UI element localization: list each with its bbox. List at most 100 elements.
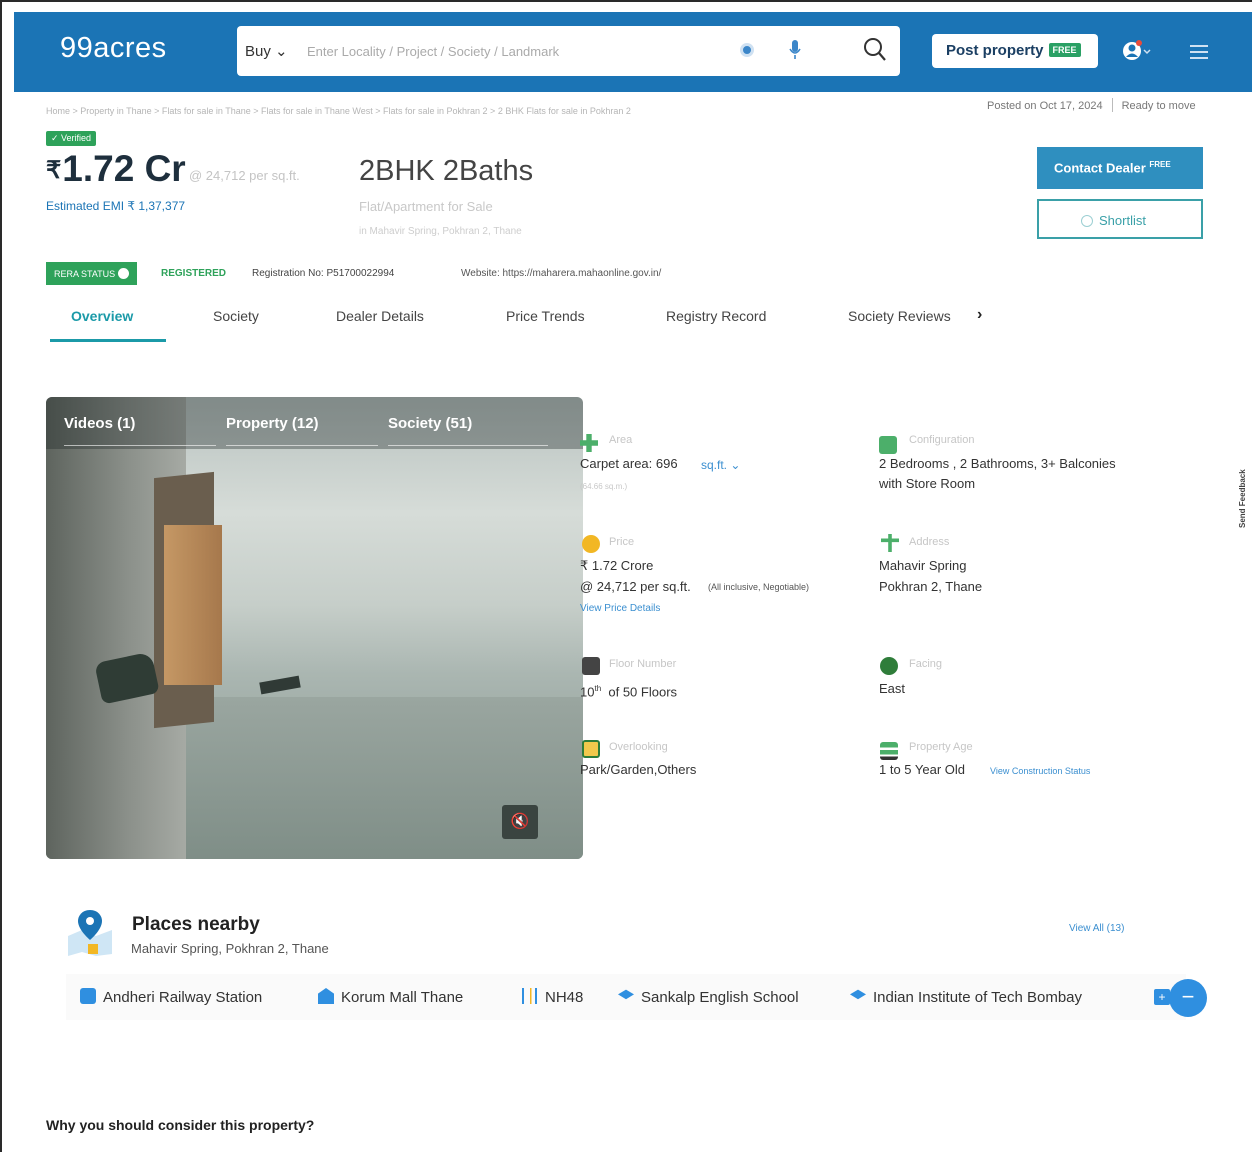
possession-status: Ready to move: [1121, 100, 1196, 112]
shortlist-button[interactable]: Shortlist: [1037, 199, 1203, 239]
places-nearby-subtitle: Mahavir Spring, Pokhran 2, Thane: [131, 941, 329, 956]
active-tab-indicator: [50, 339, 166, 342]
tab-price-trends[interactable]: Price Trends: [506, 308, 585, 324]
free-badge: FREE: [1149, 160, 1171, 169]
verified-badge: ✓ Verified: [46, 131, 97, 146]
user-icon[interactable]: [1122, 38, 1152, 64]
address-value-2: Pokhran 2, Thane: [879, 579, 983, 594]
place-label: Sankalp English School: [641, 989, 799, 1006]
search-input[interactable]: [307, 36, 727, 66]
mute-icon[interactable]: 🔇: [502, 805, 538, 839]
divider: [1111, 98, 1113, 112]
heart-icon: [1081, 215, 1093, 227]
media-gallery[interactable]: Videos (1) Property (12) Society (51) 🔇: [46, 397, 583, 859]
tab-overview[interactable]: Overview: [71, 308, 133, 324]
configuration-icon: [879, 436, 897, 454]
place-label: NH48: [545, 989, 584, 1006]
search-bar: Buy ⌄: [237, 26, 900, 76]
mic-icon[interactable]: [789, 39, 801, 61]
address-label: Address: [909, 536, 950, 548]
map-pin-icon: [68, 910, 112, 956]
facing-label: Facing: [909, 658, 943, 670]
photo-object: [259, 675, 301, 695]
post-property-button[interactable]: Post property FREE: [932, 34, 1098, 68]
rera-badge-label: RERA STATUS: [54, 269, 116, 279]
configuration-value: 2 Bedrooms , 2 Bathrooms, 3+ Balconies: [879, 456, 1116, 471]
area-label: Area: [609, 434, 633, 446]
floor-total: of 50 Floors: [608, 684, 678, 700]
plus-icon[interactable]: +: [1154, 989, 1170, 1005]
free-badge: FREE: [1048, 43, 1081, 57]
tabs-next-arrow[interactable]: ›: [977, 306, 982, 324]
place-label: Indian Institute of Tech Bombay: [873, 989, 1083, 1006]
property-title: 2BHK 2Baths: [359, 155, 534, 187]
price-icon: [582, 535, 600, 553]
places-carousel: Andheri Railway Station Korum Mall Thane…: [66, 974, 1186, 1020]
section-tabs: Overview Society Dealer Details Price Tr…: [50, 302, 1010, 344]
rera-website[interactable]: Website: https://maharera.mahaonline.gov…: [461, 268, 661, 279]
photo-door-panel: [164, 525, 222, 685]
page: 99acres Buy ⌄ Post property FREE: [0, 0, 1252, 1152]
send-feedback-tab[interactable]: Send Feedback: [1238, 438, 1250, 528]
buy-dropdown[interactable]: Buy ⌄: [245, 42, 288, 60]
place-item[interactable]: Sankalp English School: [618, 988, 799, 1006]
place-label: Korum Mall Thane: [341, 989, 464, 1006]
address-icon: [881, 534, 899, 552]
area-unit-dropdown[interactable]: sq.ft. ⌄: [701, 458, 740, 472]
price-per-sqft: @ 24,712 per sq.ft.: [189, 168, 300, 183]
overlooking-label: Overlooking: [609, 741, 668, 753]
media-tab-property[interactable]: Property (12): [226, 415, 319, 432]
property-age-label: Property Age: [909, 741, 973, 753]
estimated-emi-link[interactable]: Estimated EMI ₹ 1,37,377: [46, 199, 185, 213]
compass-icon: [880, 657, 898, 675]
menu-icon[interactable]: [1188, 42, 1210, 62]
place-item[interactable]: Indian Institute of Tech Bombay: [850, 988, 1082, 1006]
search-icon[interactable]: [862, 36, 888, 64]
media-tab-videos[interactable]: Videos (1): [64, 415, 135, 432]
place-item[interactable]: NH48: [518, 988, 583, 1006]
price-label: Price: [609, 536, 635, 548]
contact-dealer-label: Contact Dealer: [1054, 160, 1146, 176]
divider: [388, 445, 548, 446]
place-item[interactable]: Korum Mall Thane: [318, 988, 463, 1006]
train-icon: [80, 988, 96, 1004]
logo[interactable]: 99acres: [60, 32, 167, 65]
view-construction-status-link[interactable]: View Construction Status: [990, 766, 1090, 776]
overlooking-icon: [582, 740, 600, 758]
place-item[interactable]: Andheri Railway Station: [80, 988, 262, 1006]
places-nearby-title: Places nearby: [132, 914, 260, 935]
price-per-sqft-detail: @ 24,712 per sq.ft.: [580, 579, 691, 594]
currency-symbol: ₹: [46, 157, 62, 184]
price-note: (All inclusive, Negotiable): [708, 582, 810, 592]
posted-date: Posted on Oct 17, 2024: [987, 100, 1103, 112]
media-tabs: Videos (1) Property (12) Society (51): [46, 397, 583, 449]
floor-label: Floor Number: [609, 658, 677, 670]
property-location: in Mahavir Spring, Pokhran 2, Thane: [359, 226, 522, 237]
area-sub: (64.66 sq.m.): [580, 482, 628, 491]
posted-info: Posted on Oct 17, 2024 Ready to move: [987, 98, 1196, 112]
tab-dealer-details[interactable]: Dealer Details: [336, 308, 424, 324]
price: ₹1.72 Cr: [46, 148, 186, 190]
view-all-places-link[interactable]: View All (13): [1069, 923, 1124, 934]
floor-icon: [582, 657, 600, 675]
property-age-icon: [880, 742, 898, 760]
contact-dealer-button[interactable]: Contact Dealer FREE: [1037, 147, 1203, 189]
shortlist-label: Shortlist: [1099, 213, 1146, 228]
divider: [226, 445, 378, 446]
tab-society[interactable]: Society: [213, 308, 259, 324]
post-property-label: Post property: [946, 42, 1044, 59]
breadcrumb[interactable]: Home > Property in Thane > Flats for sal…: [46, 106, 631, 116]
shopping-icon: [318, 988, 334, 1004]
why-consider-heading: Why you should consider this property?: [46, 1117, 315, 1133]
info-icon[interactable]: [118, 268, 130, 279]
view-price-details-link[interactable]: View Price Details: [580, 603, 660, 614]
configuration-value-2: with Store Room: [879, 476, 976, 491]
media-tab-society[interactable]: Society (51): [388, 415, 472, 432]
tab-registry-record[interactable]: Registry Record: [666, 308, 766, 324]
overlooking-value: Park/Garden,Others: [580, 762, 697, 777]
location-icon[interactable]: [740, 43, 754, 57]
school-icon: [618, 989, 634, 1000]
floor-value: 10th of 50 Floors: [580, 679, 677, 702]
tab-society-reviews[interactable]: Society Reviews: [848, 308, 951, 324]
carousel-next-button[interactable]: −: [1169, 979, 1207, 1017]
